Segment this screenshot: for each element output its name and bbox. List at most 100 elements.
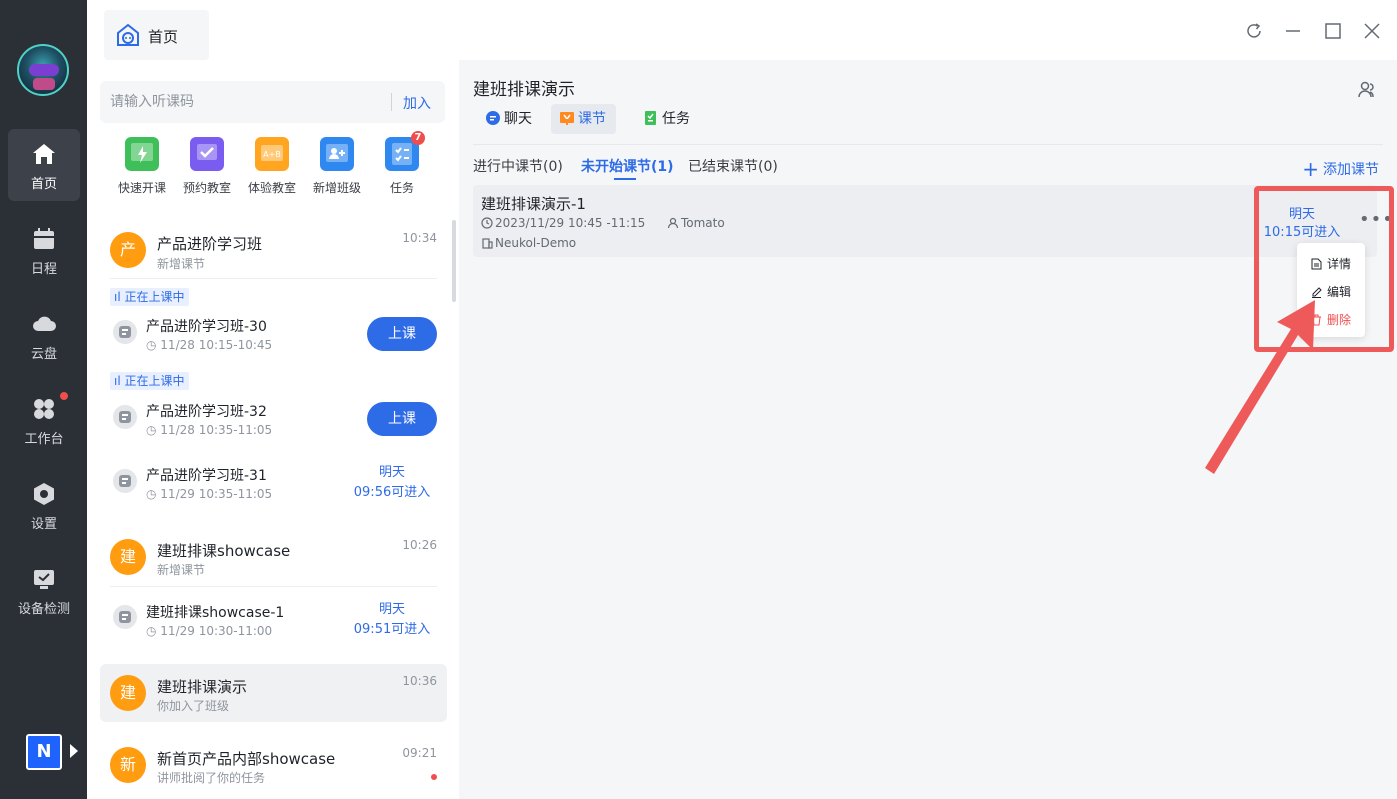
rail-item-label: 日程	[30, 262, 57, 277]
refresh-icon[interactable]	[1245, 22, 1263, 40]
lesson-time-text: 11/29 10:35-11:05	[160, 487, 273, 501]
minimize-icon[interactable]	[1284, 22, 1302, 40]
lesson-card-teacher: Tomato	[680, 216, 725, 230]
group-subtitle: 你加入了班级	[157, 699, 230, 713]
tab-label: 任务	[662, 111, 690, 127]
lesson-card-org: Neukol-Demo	[495, 236, 577, 250]
maximize-icon[interactable]	[1324, 22, 1342, 40]
task-icon	[645, 111, 656, 125]
subtab-upcoming[interactable]: 未开始课节(1)	[581, 156, 674, 176]
live-badge-label: 正在上课中	[124, 374, 185, 388]
lesson-card-org-row: Neukol-Demo	[481, 236, 576, 250]
divider	[110, 586, 437, 587]
panel-title: 建班排课演示	[473, 80, 575, 100]
subtab-in-progress[interactable]: 进行中课节(0)	[473, 156, 563, 176]
group-time: 10:34	[402, 231, 437, 245]
lesson-time-text: 11/28 10:15-10:45	[160, 338, 273, 352]
lesson-icon	[113, 405, 137, 429]
quick-action-label: 体验教室	[247, 181, 296, 195]
lesson-card-time: 2023/11/29 10:45 -11:15	[495, 216, 646, 230]
book-classroom-button[interactable]: 预约教室	[175, 137, 239, 196]
list-item-active[interactable]: 建 建班排课演示 你加入了班级 10:36	[100, 664, 447, 722]
enter-time-label: 明天 09:51可进入	[347, 600, 437, 640]
lesson-card[interactable]: 建班排课演示-1 2023/11/29 10:45 -11:15 Tomato …	[473, 185, 1393, 257]
panel-header: 建班排课演示 聊天 课节 任务	[459, 60, 1397, 144]
start-class-button[interactable]: 上课	[367, 317, 437, 351]
quick-start-class-button[interactable]: 快速开课	[110, 137, 174, 196]
app-logo[interactable]: N	[26, 734, 62, 770]
calendar-icon	[34, 228, 54, 249]
home-bot-icon	[117, 23, 139, 46]
cloud-icon	[33, 316, 56, 331]
lesson-row[interactable]: 建班排课showcase-1 ◷ 11/29 10:30-11:00 明天 09:…	[100, 594, 447, 642]
enter-time-label: 明天 09:56可进入	[347, 463, 437, 503]
subtab-active-indicator	[614, 178, 636, 180]
group-time: 10:36	[402, 674, 437, 688]
join-button[interactable]: 加入	[403, 93, 431, 113]
members-icon[interactable]	[1357, 80, 1377, 100]
tasks-button[interactable]: 7 任务	[370, 131, 434, 196]
rail-item-device-check[interactable]: 设备检测	[8, 554, 80, 626]
live-badge-label: 正在上课中	[124, 290, 185, 304]
tab-lessons[interactable]: 课节	[551, 104, 616, 134]
group-avatar: 产	[110, 232, 146, 268]
rail-item-settings[interactable]: 设置	[8, 469, 80, 541]
tab-tasks[interactable]: 任务	[635, 104, 700, 134]
search-separator	[391, 93, 392, 111]
lesson-time-text: 11/29 10:30-11:00	[160, 624, 273, 638]
quick-action-label: 预约教室	[182, 181, 231, 195]
lesson-card-meta: 2023/11/29 10:45 -11:15 Tomato	[481, 216, 725, 230]
settings-icon	[34, 483, 54, 505]
group-time: 09:21	[402, 746, 437, 760]
lesson-icon	[113, 469, 137, 493]
tab-chat[interactable]: 聊天	[477, 104, 542, 134]
lesson-card-title: 建班排课演示-1	[481, 195, 586, 213]
quick-action-label: 快速开课	[117, 181, 166, 195]
live-icon: ıl	[114, 374, 125, 388]
add-class-button[interactable]: 新增班级	[305, 137, 369, 196]
rail-item-workbench[interactable]: 工作台	[8, 384, 80, 456]
trial-classroom-button[interactable]: A+B 体验教室	[240, 137, 304, 196]
close-icon[interactable]	[1363, 22, 1381, 40]
group-subtitle: 新增课节	[157, 563, 206, 577]
conversation-column: 首页 加入 快速开课 预约教室 A+B 体验教室 新增班级 7 任务 产 产品进…	[87, 0, 459, 799]
clock-icon	[481, 217, 493, 229]
start-class-button[interactable]: 上课	[367, 402, 437, 436]
rail-item-cloud[interactable]: 云盘	[8, 299, 80, 371]
clock-icon: ◷	[146, 423, 161, 437]
group-title: 建班排课演示	[157, 678, 248, 696]
lesson-row[interactable]: 产品进阶学习班-30 ◷ 11/28 10:15-10:45 上课	[100, 309, 447, 357]
lesson-row[interactable]: 产品进阶学习班-32 ◷ 11/28 10:35-11:05 上课	[100, 394, 447, 442]
list-item[interactable]: 新 新首页产品内部showcase 讲师批阅了你的任务 09:21	[100, 736, 447, 794]
lesson-title: 建班排课showcase-1	[146, 605, 285, 621]
trial-classroom-icon: A+B	[255, 137, 289, 171]
lesson-title: 产品进阶学习班-30	[146, 319, 267, 335]
user-avatar[interactable]	[17, 44, 69, 96]
add-lesson-button[interactable]: + 添加课节	[1302, 157, 1379, 181]
teacher-icon	[667, 217, 679, 229]
tab-label: 课节	[578, 111, 606, 127]
enter-time: 09:56可进入	[353, 485, 431, 500]
book-classroom-icon	[190, 137, 224, 171]
lesson-time: ◷ 11/28 10:15-10:45	[146, 338, 272, 352]
lesson-time: ◷ 11/29 10:30-11:00	[146, 624, 272, 638]
rail-item-label: 设置	[30, 517, 57, 532]
rail-item-schedule[interactable]: 日程	[8, 214, 80, 286]
lessons-icon	[560, 112, 574, 125]
expand-arrow-icon[interactable]	[70, 744, 78, 758]
list-item[interactable]: 建 建班排课showcase 新增课节 10:26	[100, 528, 447, 586]
list-scrollbar[interactable]	[452, 220, 456, 302]
group-subtitle: 讲师批阅了你的任务	[157, 771, 266, 785]
subtab-ended[interactable]: 已结束课节(0)	[688, 156, 778, 176]
join-code-input[interactable]	[110, 90, 380, 114]
rail-item-label: 设备检测	[17, 602, 70, 617]
tasks-badge: 7	[411, 131, 425, 145]
add-lesson-label: 添加课节	[1323, 162, 1379, 178]
lesson-row[interactable]: 产品进阶学习班-31 ◷ 11/29 10:35-11:05 明天 09:56可进…	[100, 458, 447, 506]
rail-item-home[interactable]: 首页	[8, 129, 80, 201]
workbench-icon	[34, 399, 54, 419]
enter-time: 09:51可进入	[353, 622, 431, 637]
home-tab[interactable]: 首页	[104, 10, 209, 60]
quick-action-label: 新增班级	[312, 181, 361, 195]
lesson-icon	[113, 320, 137, 344]
